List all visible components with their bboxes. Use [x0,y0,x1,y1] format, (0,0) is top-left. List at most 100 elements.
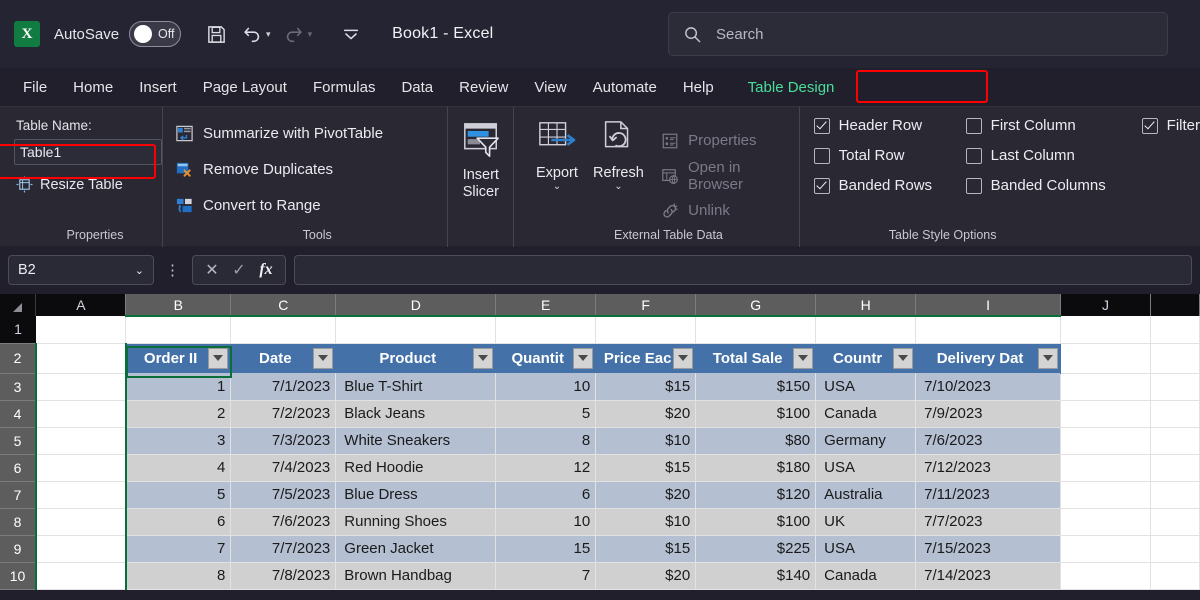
cell-J6[interactable] [1061,454,1151,481]
row-header-5[interactable]: 5 [0,427,36,454]
cell-A1[interactable] [36,316,126,343]
row-header-6[interactable]: 6 [0,454,36,481]
cell-I5[interactable]: 7/6/2023 [916,427,1061,454]
cell-H7[interactable]: Australia [816,481,916,508]
filter-dropdown-product[interactable] [473,348,493,369]
cell-K2[interactable] [1150,343,1199,373]
cell-E9[interactable]: 15 [496,535,596,562]
table-header-country[interactable]: Countr [816,343,916,373]
cell-C9[interactable]: 7/7/2023 [231,535,336,562]
row-header-10[interactable]: 10 [0,562,36,589]
refresh-chevron-down-icon[interactable]: ⌄ [614,181,622,192]
column-header-I[interactable]: I [916,294,1061,316]
cell-H10[interactable]: Canada [816,562,916,589]
filter-dropdown-country[interactable] [893,348,913,369]
convert-to-range-button[interactable]: Convert to Range [175,187,447,223]
row-header-9[interactable]: 9 [0,535,36,562]
cell-E7[interactable]: 6 [496,481,596,508]
autosave-toggle[interactable]: Off [129,21,181,47]
cell-K4[interactable] [1150,400,1199,427]
redo-chevron-down-icon[interactable]: ▾ [308,29,313,40]
cell-K9[interactable] [1150,535,1199,562]
cell-G7[interactable]: $120 [696,481,816,508]
cell-K8[interactable] [1150,508,1199,535]
cell-F5[interactable]: $10 [596,427,696,454]
cell-G6[interactable]: $180 [696,454,816,481]
cell-G5[interactable]: $80 [696,427,816,454]
tab-home[interactable]: Home [60,75,126,100]
tab-view[interactable]: View [521,75,579,100]
row-header-8[interactable]: 8 [0,508,36,535]
checkbox-header-row[interactable]: Header Row [814,117,966,134]
cell-J10[interactable] [1061,562,1151,589]
cell-D4[interactable]: Black Jeans [336,400,496,427]
row-header-3[interactable]: 3 [0,373,36,400]
cell-H5[interactable]: Germany [816,427,916,454]
cell-I8[interactable]: 7/7/2023 [916,508,1061,535]
tab-data[interactable]: Data [388,75,446,100]
redo-icon[interactable] [277,17,311,51]
column-header-D[interactable]: D [336,294,496,316]
cell-J2[interactable] [1061,343,1151,373]
table-header-order-id[interactable]: Order II [126,343,231,373]
insert-slicer-button[interactable]: Insert Slicer [447,107,513,247]
cell-G3[interactable]: $150 [696,373,816,400]
cell-A3[interactable] [36,373,126,400]
cell-F6[interactable]: $15 [596,454,696,481]
cell-E10[interactable]: 7 [496,562,596,589]
cell-B7[interactable]: 5 [126,481,231,508]
cell-F1[interactable] [596,316,696,343]
cell-B1[interactable] [126,316,231,343]
cell-J3[interactable] [1061,373,1151,400]
checkbox-filter[interactable]: Filter [1142,117,1200,134]
cell-J9[interactable] [1061,535,1151,562]
cell-I6[interactable]: 7/12/2023 [916,454,1061,481]
table-header-product[interactable]: Product [336,343,496,373]
cell-G4[interactable]: $100 [696,400,816,427]
cell-G9[interactable]: $225 [696,535,816,562]
cell-F3[interactable]: $15 [596,373,696,400]
tab-formulas[interactable]: Formulas [300,75,389,100]
customize-quick-access-toolbar-icon[interactable] [334,17,368,51]
filter-dropdown-quantity[interactable] [573,348,593,369]
cell-I1[interactable] [916,316,1061,343]
tab-page-layout[interactable]: Page Layout [190,75,300,100]
cell-I3[interactable]: 7/10/2023 [916,373,1061,400]
name-box-chevron-down-icon[interactable]: ⌄ [135,264,144,277]
cell-K3[interactable] [1150,373,1199,400]
cell-C7[interactable]: 7/5/2023 [231,481,336,508]
cell-E1[interactable] [496,316,596,343]
cell-C1[interactable] [231,316,336,343]
tab-automate[interactable]: Automate [580,75,670,100]
column-header-C[interactable]: C [231,294,336,316]
cell-E6[interactable]: 12 [496,454,596,481]
checkbox-first-column[interactable]: First Column [966,117,1142,134]
cell-J5[interactable] [1061,427,1151,454]
cell-B8[interactable]: 6 [126,508,231,535]
cell-H4[interactable]: Canada [816,400,916,427]
remove-duplicates-button[interactable]: Remove Duplicates [175,151,447,187]
tab-file[interactable]: File [10,75,60,100]
cell-K5[interactable] [1150,427,1199,454]
cell-I7[interactable]: 7/11/2023 [916,481,1061,508]
column-header-H[interactable]: H [816,294,916,316]
cell-B3[interactable]: 1 [126,373,231,400]
cell-D10[interactable]: Brown Handbag [336,562,496,589]
cell-J8[interactable] [1061,508,1151,535]
cell-A8[interactable] [36,508,126,535]
insert-function-icon[interactable]: fx [254,261,278,279]
cell-K1[interactable] [1150,316,1199,343]
filter-dropdown-order-id[interactable] [208,348,228,369]
row-header-7[interactable]: 7 [0,481,36,508]
cancel-icon[interactable]: ✕ [200,260,224,280]
cell-B6[interactable]: 4 [126,454,231,481]
column-header-B[interactable]: B [126,294,231,316]
column-header-F[interactable]: F [596,294,696,316]
cell-D3[interactable]: Blue T-Shirt [336,373,496,400]
cell-J1[interactable] [1061,316,1151,343]
cell-C6[interactable]: 7/4/2023 [231,454,336,481]
cell-D6[interactable]: Red Hoodie [336,454,496,481]
cell-F8[interactable]: $10 [596,508,696,535]
filter-dropdown-date[interactable] [313,348,333,369]
tab-help[interactable]: Help [670,75,727,100]
